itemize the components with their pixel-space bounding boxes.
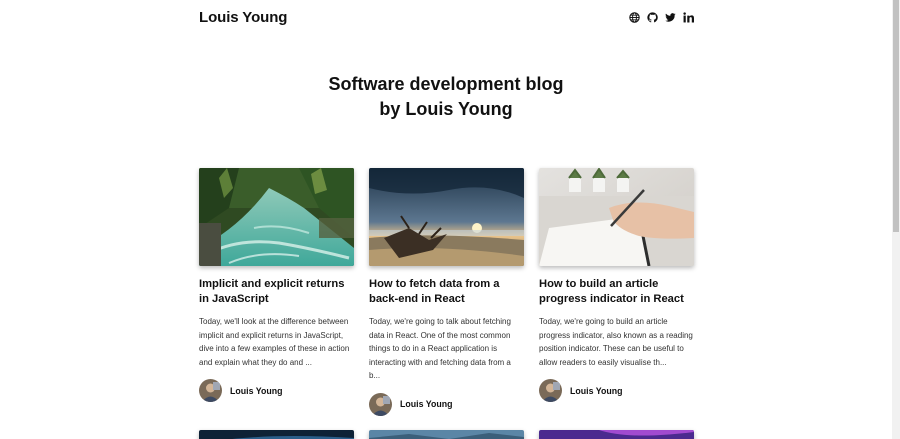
post-image[interactable] xyxy=(369,429,524,439)
post-image[interactable] xyxy=(539,429,694,439)
post-card[interactable] xyxy=(539,429,694,439)
post-card[interactable]: How to fetch data from a back-end in Rea… xyxy=(369,168,524,416)
hero: Software development blog by Louis Young xyxy=(0,72,892,122)
page-title-line-1: Software development blog xyxy=(328,74,564,94)
scrollbar-thumb[interactable] xyxy=(893,0,899,232)
author-name: Louis Young xyxy=(230,385,283,396)
author-name: Louis Young xyxy=(570,385,623,396)
writing-notebook-image[interactable] xyxy=(539,168,694,266)
twitter-icon[interactable] xyxy=(665,12,676,23)
beach-sunset-image[interactable] xyxy=(369,168,524,266)
avatar xyxy=(199,379,222,402)
post-card[interactable] xyxy=(369,429,524,439)
scrollbar[interactable] xyxy=(892,0,900,439)
brand-link[interactable]: Louis Young xyxy=(199,9,287,26)
post-author: Louis Young xyxy=(539,379,694,402)
post-excerpt: Today, we'll look at the difference betw… xyxy=(199,317,350,367)
post-card[interactable]: Implicit and explicit returns in JavaScr… xyxy=(199,168,354,416)
globe-icon[interactable] xyxy=(629,11,640,23)
post-author: Louis Young xyxy=(369,392,524,416)
post-title[interactable]: How to build an article progress indicat… xyxy=(539,277,694,307)
post-grid: Implicit and explicit returns in JavaScr… xyxy=(199,168,694,439)
github-icon[interactable] xyxy=(647,11,658,23)
post-author: Louis Young xyxy=(199,379,354,402)
avatar xyxy=(539,379,562,402)
post-excerpt: Today, we're going to talk about fetchin… xyxy=(369,317,511,380)
top-bar: Louis Young xyxy=(199,8,694,26)
social-links xyxy=(629,11,694,23)
post-card[interactable]: How to build an article progress indicat… xyxy=(539,168,694,416)
post-image[interactable] xyxy=(199,429,354,439)
river-forest-image[interactable] xyxy=(199,168,354,266)
page-title: Software development blog by Louis Young xyxy=(0,72,892,122)
page-title-line-2: by Louis Young xyxy=(379,99,513,119)
post-excerpt: Today, we're going to build an article p… xyxy=(539,317,693,367)
author-name: Louis Young xyxy=(400,399,453,409)
post-title[interactable]: Implicit and explicit returns in JavaScr… xyxy=(199,277,354,307)
post-title[interactable]: How to fetch data from a back-end in Rea… xyxy=(369,277,524,307)
linkedin-icon[interactable] xyxy=(683,11,694,23)
post-card[interactable] xyxy=(199,429,354,439)
avatar xyxy=(369,392,392,416)
